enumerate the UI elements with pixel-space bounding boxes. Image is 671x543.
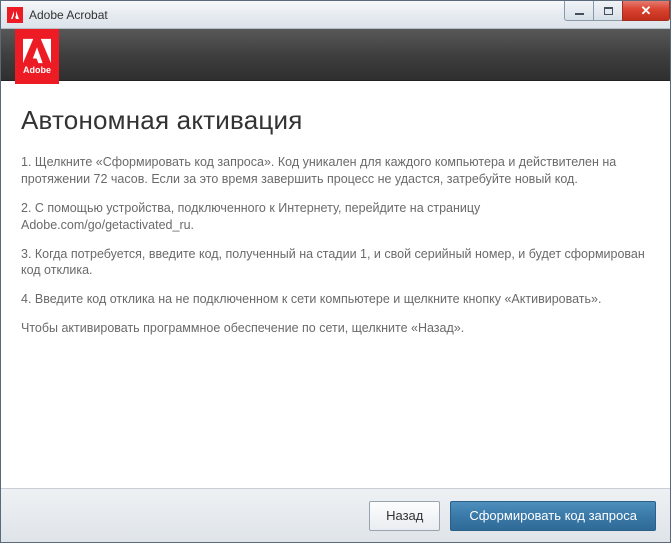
step-1-text: 1. Щелкните «Сформировать код запроса». … <box>21 154 650 188</box>
window-title: Adobe Acrobat <box>29 8 108 22</box>
footer-bar: Назад Сформировать код запроса <box>1 488 670 542</box>
window-controls: ✕ <box>565 1 670 21</box>
adobe-brand-text: Adobe <box>23 65 51 75</box>
minimize-button[interactable] <box>564 1 594 21</box>
titlebar[interactable]: Adobe Acrobat ✕ <box>1 1 670 29</box>
step-3-text: 3. Когда потребуется, введите код, получ… <box>21 246 650 280</box>
adobe-brand-tag: Adobe <box>15 29 59 84</box>
maximize-button[interactable] <box>593 1 623 21</box>
back-button[interactable]: Назад <box>369 501 440 531</box>
instructions: 1. Щелкните «Сформировать код запроса». … <box>21 154 650 337</box>
app-icon <box>7 7 23 23</box>
app-window: Adobe Acrobat ✕ Adobe Автономная активац… <box>0 0 671 543</box>
header-band: Adobe <box>1 29 670 81</box>
generate-request-code-button[interactable]: Сформировать код запроса <box>450 501 656 531</box>
step-2-text: 2. С помощью устройства, подключенного к… <box>21 200 650 234</box>
step-4-text: 4. Введите код отклика на не подключенно… <box>21 291 650 308</box>
close-button[interactable]: ✕ <box>622 1 670 21</box>
page-title: Автономная активация <box>21 105 650 136</box>
note-text: Чтобы активировать программное обеспечен… <box>21 320 650 337</box>
content-area: Автономная активация 1. Щелкните «Сформи… <box>1 81 670 488</box>
